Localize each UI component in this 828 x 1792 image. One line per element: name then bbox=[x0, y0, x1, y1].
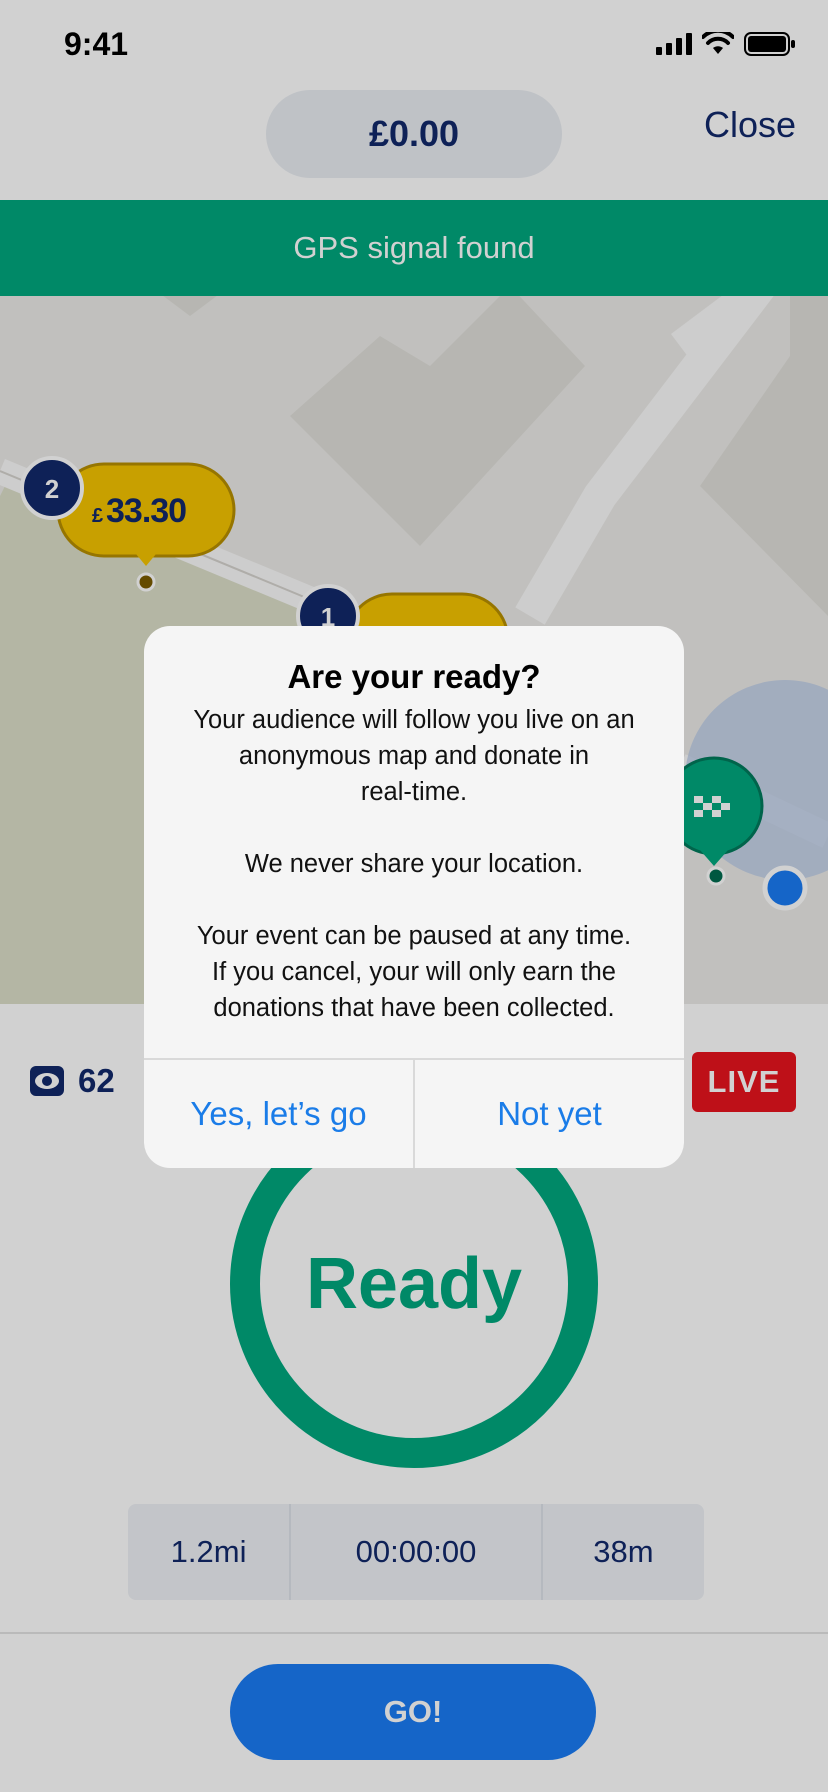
alert-message-line: anonymous map and donate in bbox=[238, 742, 590, 770]
alert-message-line: We never share your location. bbox=[244, 850, 584, 878]
ready-alert-dialog: Are your ready? Your audience will follo… bbox=[144, 626, 684, 1168]
alert-title: Are your ready? bbox=[287, 658, 541, 695]
alert-actions: Yes, let’s go Not yet bbox=[144, 1058, 684, 1168]
alert-message-line: real-time. bbox=[360, 778, 468, 806]
alert-message-line bbox=[168, 810, 660, 846]
not-yet-button[interactable]: Not yet bbox=[413, 1060, 684, 1168]
alert-message-line: Your event can be paused at any time. bbox=[196, 922, 632, 950]
alert-message-line: Your audience will follow you live on an bbox=[193, 706, 635, 734]
confirm-start-button[interactable]: Yes, let’s go bbox=[144, 1060, 413, 1168]
alert-message-line: If you cancel, your will only earn the bbox=[212, 958, 616, 986]
alert-message-line: donations that have been collected. bbox=[213, 994, 615, 1022]
alert-message-line bbox=[168, 882, 660, 918]
alert-message: Your audience will follow you live on an… bbox=[168, 702, 660, 1026]
